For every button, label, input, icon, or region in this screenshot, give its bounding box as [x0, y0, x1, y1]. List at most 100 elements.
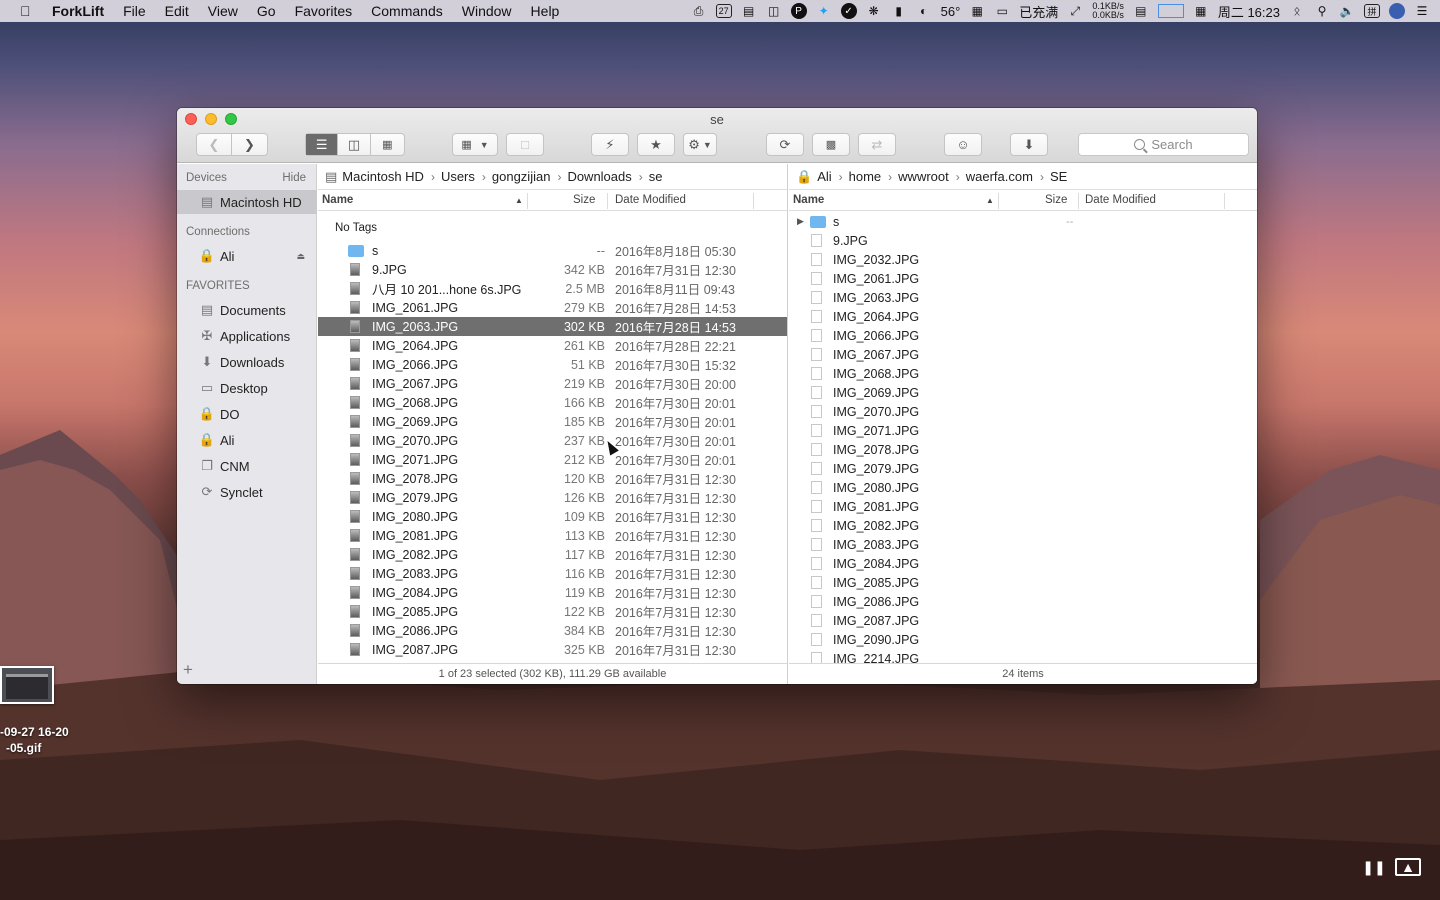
volume-icon[interactable]: 🔈	[1339, 3, 1355, 19]
table-row[interactable]: IMG_2083.JPG 116 KB 2016年7月31日 12:30	[318, 564, 787, 583]
table-row[interactable]: IMG_2067.JPG	[789, 345, 1257, 364]
table-row[interactable]: IMG_2084.JPG	[789, 554, 1257, 573]
menu-favorites[interactable]: Favorites	[295, 3, 353, 19]
table-row[interactable]: IMG_2085.JPG 122 KB 2016年7月31日 12:30	[318, 602, 787, 621]
menu-commands[interactable]: Commands	[371, 3, 443, 19]
table-row[interactable]: IMG_2082.JPG 117 KB 2016年7月31日 12:30	[318, 545, 787, 564]
list-view-button[interactable]: ☰	[306, 134, 339, 155]
table-row[interactable]: IMG_2090.JPG	[789, 630, 1257, 649]
table-row[interactable]: IMG_2214.JPG	[789, 649, 1257, 663]
path-crumb[interactable]: home	[849, 169, 882, 184]
table-row[interactable]: 9.JPG 342 KB 2016年7月31日 12:30	[318, 260, 787, 279]
date-column-header[interactable]: Date Modified	[1085, 194, 1156, 206]
arrange-button[interactable]: ▦ ▼	[452, 133, 498, 156]
eject-icon[interactable]: ⏏	[296, 251, 305, 262]
sidebar-item-do[interactable]: 🔒 DO	[177, 402, 317, 426]
emoji-button[interactable]: ☺	[944, 133, 982, 156]
sidebar-item-documents[interactable]: ▤ Documents	[177, 298, 317, 322]
desktop-file-thumbnail[interactable]	[0, 666, 54, 704]
check-icon[interactable]: ✓	[840, 3, 857, 19]
favorites-button[interactable]: ★	[637, 133, 675, 156]
table-row[interactable]: IMG_2068.JPG 166 KB 2016年7月30日 20:01	[318, 393, 787, 412]
path-crumb[interactable]: gongzijian	[492, 169, 551, 184]
table-row[interactable]: IMG_2066.JPG	[789, 326, 1257, 345]
table-row[interactable]: IMG_2068.JPG	[789, 364, 1257, 383]
table-row[interactable]: IMG_2081.JPG 113 KB 2016年7月31日 12:30	[318, 526, 787, 545]
size-column-header[interactable]: Size	[573, 194, 595, 206]
disclosure-triangle-icon[interactable]: ▶	[797, 216, 804, 227]
menu-view[interactable]: View	[208, 3, 238, 19]
table-row[interactable]: IMG_2080.JPG 109 KB 2016年7月31日 12:30	[318, 507, 787, 526]
column-divider[interactable]	[1078, 193, 1079, 209]
table-row[interactable]: IMG_2087.JPG 325 KB 2016年7月31日 12:30	[318, 640, 787, 659]
icon-view-button[interactable]: ▦	[371, 134, 404, 155]
apple-menu-icon[interactable]: 	[20, 3, 38, 19]
sidebar-item-ali-connection[interactable]: 🔒 Ali ⏏	[177, 244, 317, 268]
table-row[interactable]: 八月 10 201...hone 6s.JPG 2.5 MB 2016年8月11日 …	[318, 279, 787, 298]
menu-window[interactable]: Window	[462, 3, 512, 19]
table-row[interactable]: IMG_2069.JPG 185 KB 2016年7月30日 20:01	[318, 412, 787, 431]
table-row[interactable]: IMG_2078.JPG	[789, 440, 1257, 459]
table-row[interactable]: IMG_2086.JPG	[789, 592, 1257, 611]
resize-icon[interactable]: ⤢	[1067, 3, 1083, 19]
battery-text[interactable]: 已充满	[1019, 2, 1058, 21]
sidebar-item-synclet[interactable]: ⟳ Synclet	[177, 480, 317, 504]
path-crumb[interactable]: Macintosh HD	[342, 169, 424, 184]
table-row[interactable]: IMG_2063.JPG	[789, 288, 1257, 307]
table-row[interactable]: IMG_2084.JPG 119 KB 2016年7月31日 12:30	[318, 583, 787, 602]
table-row[interactable]: IMG_2070.JPG	[789, 402, 1257, 421]
siri-icon[interactable]	[1389, 3, 1405, 19]
path-crumb[interactable]: Downloads	[567, 169, 631, 184]
size-column-header[interactable]: Size	[1045, 194, 1067, 206]
add-favorite-button[interactable]: +	[183, 660, 193, 680]
sync-button[interactable]: ⚡	[591, 133, 629, 156]
reader-icon[interactable]: ◫	[766, 3, 782, 19]
p-app-icon[interactable]: P	[790, 3, 807, 19]
name-column-header[interactable]: Name	[793, 194, 824, 206]
path-crumb[interactable]: SE	[1050, 169, 1067, 184]
signal-icon[interactable]: ▮	[891, 3, 907, 19]
path-crumb[interactable]: waerfa.com	[966, 169, 1033, 184]
net-speed[interactable]: 0.1KB/s 0.0KB/s	[1092, 2, 1124, 20]
battery-icon[interactable]: ▭	[994, 3, 1010, 19]
sidebar-item-ali[interactable]: 🔒 Ali	[177, 428, 317, 452]
sidebar-item-applications[interactable]: ✠ Applications	[177, 324, 317, 348]
table-row[interactable]: IMG_2087.JPG	[789, 611, 1257, 630]
table-row[interactable]: IMG_2079.JPG	[789, 459, 1257, 478]
search-field[interactable]: Search	[1078, 133, 1249, 156]
table-row[interactable]: ▶ -- s	[789, 212, 1257, 231]
printer-icon[interactable]: ⎙	[691, 3, 707, 19]
table-row[interactable]: IMG_2086.JPG 384 KB 2016年7月31日 12:30	[318, 621, 787, 640]
notes-icon[interactable]: ▤	[741, 3, 757, 19]
column-divider[interactable]	[527, 193, 528, 209]
menu-edit[interactable]: Edit	[165, 3, 189, 19]
table-row[interactable]: IMG_2083.JPG	[789, 535, 1257, 554]
table-row[interactable]: IMG_2032.JPG	[789, 250, 1257, 269]
spotlight-icon[interactable]: ⚲	[1314, 3, 1330, 19]
picture-icon[interactable]: ▲	[1395, 858, 1421, 876]
memory-icon[interactable]: ▦	[969, 3, 985, 19]
path-crumb[interactable]: wwwroot	[898, 169, 949, 184]
table-row[interactable]: s -- 2016年8月18日 05:30	[318, 241, 787, 260]
path-crumb[interactable]: se	[649, 169, 663, 184]
clock-text[interactable]: 周二 16:23	[1218, 2, 1280, 21]
column-divider[interactable]	[1224, 193, 1225, 209]
table-row[interactable]: IMG_2061.JPG 279 KB 2016年7月28日 14:53	[318, 298, 787, 317]
back-button[interactable]: ❮	[197, 134, 233, 155]
download-button[interactable]: ⬇	[1010, 133, 1048, 156]
calendar-icon[interactable]: 27	[715, 4, 732, 18]
table-row[interactable]: IMG_2085.JPG	[789, 573, 1257, 592]
column-view-button[interactable]: ◫	[338, 134, 371, 155]
table-row[interactable]: IMG_2064.JPG	[789, 307, 1257, 326]
cpu-graph-icon[interactable]	[1157, 4, 1184, 18]
toggle-icon[interactable]: ◐	[916, 3, 932, 19]
table-row[interactable]: IMG_2066.JPG 51 KB 2016年7月30日 15:32	[318, 355, 787, 374]
table-row[interactable]: IMG_2064.JPG 261 KB 2016年7月28日 22:21	[318, 336, 787, 355]
sidebar-item-downloads[interactable]: ⬇ Downloads	[177, 350, 317, 374]
forward-button[interactable]: ❯	[232, 134, 267, 155]
menu-app[interactable]: ForkLift	[52, 3, 104, 19]
column-divider[interactable]	[607, 193, 608, 209]
bluetooth-icon[interactable]: ᛟ	[1289, 3, 1305, 19]
sidebar-item-cnm[interactable]: ❐ CNM	[177, 454, 317, 478]
terminal-button[interactable]: ▩	[812, 133, 850, 156]
